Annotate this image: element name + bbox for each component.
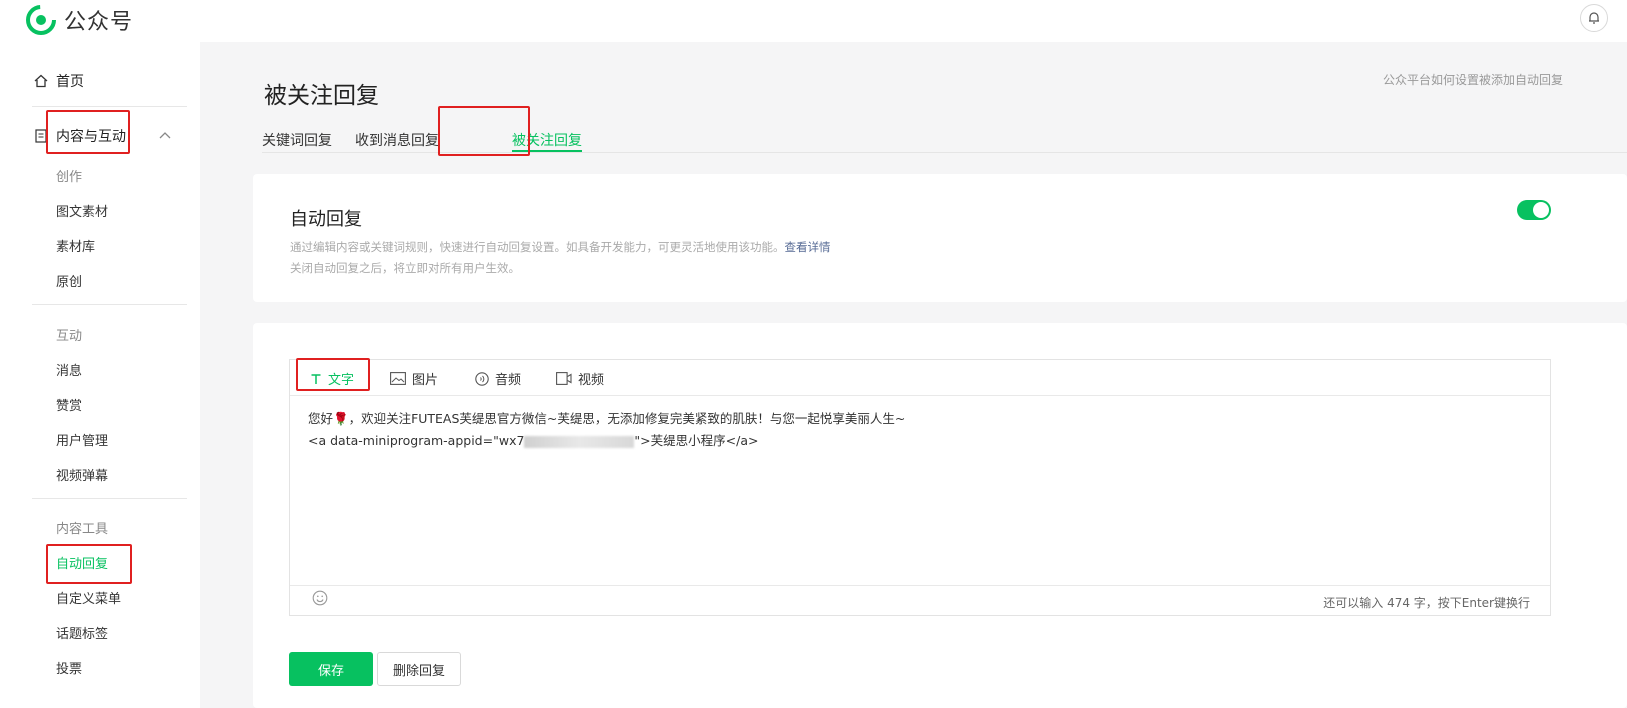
highlight-box [438, 106, 530, 156]
sidebar: 首页 内容与互动 创作 图文素材 素材库 原创 互动 消息 赞赏 用户管理 视频… [0, 42, 200, 708]
reply-editor-card: 文字 图片 音频 视频 您好🌹，欢迎关注FUTEAS芙缇思官方微信~芙缇思，无添… [253, 323, 1627, 708]
highlight-box [46, 544, 132, 584]
reply-line-2: <a data-miniprogram-appid="wx7 ">芙缇思小程序</… [308, 430, 905, 452]
brand-name: 公众号 [64, 10, 134, 35]
sidebar-item-user-management[interactable]: 用户管理 [56, 430, 108, 449]
reply-line-1: 您好🌹，欢迎关注FUTEAS芙缇思官方微信~芙缇思，无添加修复完美紧致的肌肤！与… [308, 411, 906, 426]
sidebar-divider [32, 498, 187, 499]
brand-logo[interactable]: 公众号 [26, 4, 133, 36]
tab-keyword-reply[interactable]: 关键词回复 [262, 130, 332, 150]
wechat-logo-icon [26, 5, 56, 35]
tab-audio[interactable]: 音频 [475, 369, 521, 388]
help-link[interactable]: 公众平台如何设置被添加自动回复 [1383, 71, 1563, 88]
sidebar-item-topic-tags[interactable]: 话题标签 [56, 623, 108, 642]
sidebar-item-custom-menu[interactable]: 自定义菜单 [56, 588, 121, 607]
sidebar-divider [32, 106, 187, 107]
main-content: 被关注回复 公众平台如何设置被添加自动回复 关键词回复 收到消息回复 被关注回复… [200, 42, 1627, 708]
emoji-icon[interactable] [312, 590, 328, 606]
sidebar-group-create: 创作 [56, 170, 83, 185]
sidebar-item-video-danmaku[interactable]: 视频弹幕 [56, 465, 108, 484]
reply-line-2-prefix: <a data-miniprogram-appid="wx7 [308, 433, 525, 448]
tab-label: 图片 [412, 373, 439, 388]
sidebar-item-material-library[interactable]: 素材库 [56, 236, 95, 255]
notification-button[interactable] [1580, 4, 1608, 32]
editor-type-tabs: 文字 图片 音频 视频 [290, 360, 1550, 396]
toggle-knob [1533, 202, 1549, 218]
sidebar-group-interaction: 互动 [56, 329, 83, 344]
save-button[interactable]: 保存 [289, 652, 373, 686]
auto-reply-card: 自动回复 通过编辑内容或关键词规则，快速进行自动回复设置。如具备开发能力，可更灵… [253, 174, 1627, 302]
reply-editor: 文字 图片 音频 视频 您好🌹，欢迎关注FUTEAS芙缇思官方微信~芙缇思，无添… [289, 358, 1551, 616]
image-icon [390, 372, 406, 385]
sidebar-item-vote[interactable]: 投票 [56, 658, 82, 677]
auto-reply-toggle[interactable] [1517, 200, 1551, 220]
char-count: 还可以输入 474 字，按下Enter键换行 [1323, 596, 1530, 610]
bell-icon [1589, 12, 1599, 24]
top-bar: 公众号 [0, 0, 1627, 42]
sidebar-item-label: 首页 [56, 74, 84, 90]
tab-message-reply[interactable]: 收到消息回复 [355, 130, 439, 150]
sidebar-item-news-material[interactable]: 图文素材 [56, 201, 108, 220]
tab-label: 音频 [495, 373, 522, 388]
sidebar-item-home[interactable]: 首页 [34, 71, 84, 91]
chevron-up-icon[interactable] [158, 130, 172, 140]
video-icon [556, 372, 572, 385]
auto-reply-description: 通过编辑内容或关键词规则，快速进行自动回复设置。如具备开发能力，可更灵活地使用该… [290, 239, 831, 255]
reply-line-2-suffix: ">芙缇思小程序</a> [634, 433, 759, 448]
sidebar-item-appreciation[interactable]: 赞赏 [56, 395, 82, 414]
sidebar-item-messages[interactable]: 消息 [56, 360, 82, 379]
highlight-box [296, 358, 370, 391]
sidebar-group-tools: 内容工具 [56, 522, 109, 537]
delete-reply-button[interactable]: 删除回复 [377, 652, 461, 686]
tab-image[interactable]: 图片 [390, 369, 438, 388]
home-icon [34, 74, 48, 88]
redacted-appid [524, 435, 635, 448]
auto-reply-note: 关闭自动回复之后，将立即对所有用户生效。 [290, 261, 520, 275]
page-title: 被关注回复 [264, 83, 379, 109]
tab-video[interactable]: 视频 [556, 369, 604, 388]
tab-label: 视频 [578, 373, 605, 388]
editor-footer: 还可以输入 474 字，按下Enter键换行 [290, 585, 1550, 616]
sidebar-divider [32, 304, 187, 305]
auto-reply-title: 自动回复 [290, 209, 362, 230]
audio-icon [475, 371, 489, 386]
reply-text-area[interactable]: 您好🌹，欢迎关注FUTEAS芙缇思官方微信~芙缇思，无添加修复完美紧致的肌肤！与… [308, 408, 905, 452]
highlight-box [46, 110, 130, 154]
auto-reply-desc-text: 通过编辑内容或关键词规则，快速进行自动回复设置。如具备开发能力，可更灵活地使用该… [290, 240, 785, 254]
view-details-link[interactable]: 查看详情 [785, 240, 831, 254]
sidebar-item-original[interactable]: 原创 [56, 271, 82, 290]
